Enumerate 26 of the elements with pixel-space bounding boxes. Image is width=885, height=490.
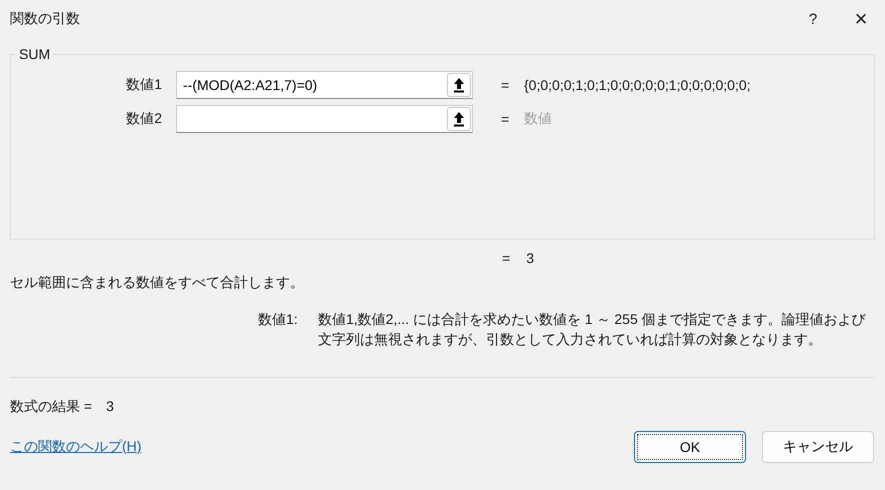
argument-field[interactable]: --(MOD(A2:A21,7)=0) [176,71,473,99]
cancel-button[interactable]: キャンセル [762,431,874,463]
argument-field[interactable] [176,105,473,133]
function-name: SUM [18,46,52,62]
window-title: 関数の引数 [10,10,81,28]
function-result: 3 [526,250,534,266]
ok-button[interactable]: OK [634,431,746,463]
formula-result-value: 3 [106,398,114,416]
help-link[interactable]: この関数のヘルプ(H) [10,438,634,456]
close-button[interactable]: × [837,0,885,38]
argument-result: {0;0;0;0;1;0;1;0;0;0;0;0;1;0;0;0;0;0;0; [524,77,751,93]
help-button[interactable]: ? [789,0,837,38]
range-select-button[interactable] [447,73,471,97]
upload-arrow-icon [453,111,465,127]
argument-result: 数値 [524,110,552,128]
equals-sign: = [501,111,510,127]
equals-sign: = [502,250,510,266]
range-select-button[interactable] [447,107,471,131]
upload-arrow-icon [453,77,465,93]
argument-label: 数値2 [125,110,163,128]
equals-sign: = [501,77,510,93]
argument-help-text: 数値1,数値2,... には合計を求めたい数値を 1 ～ 255 個まで指定できます。論理値および文字列は無視されますが、引数として入力されていれば計算の対象となります。 [318,310,866,349]
argument-help-label: 数値1: [258,310,299,329]
formula-result-label: 数式の結果 = [10,398,92,416]
argument-label: 数値1 [125,76,163,94]
function-description: セル範囲に含まれる数値をすべて合計します。 [9,273,305,292]
